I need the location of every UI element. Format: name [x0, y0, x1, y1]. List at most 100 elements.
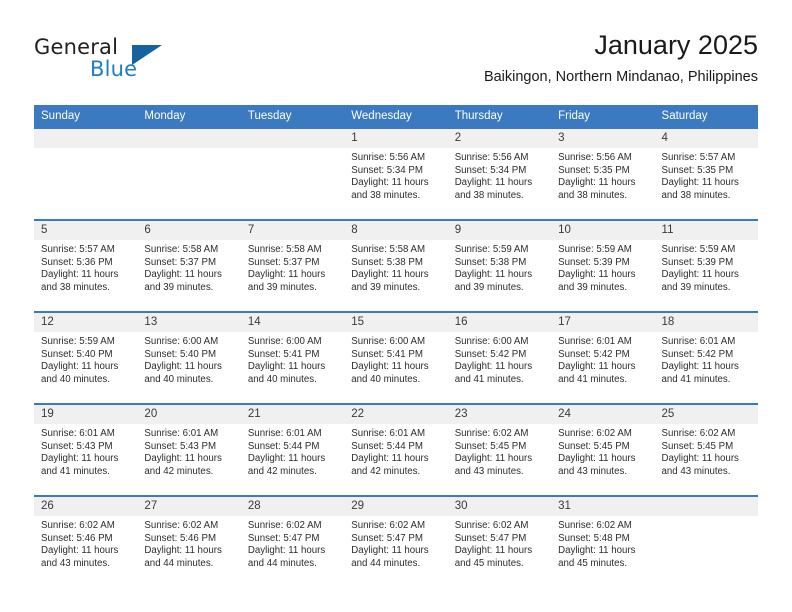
sunrise-text: Sunrise: 5:57 AM — [41, 244, 115, 255]
day-number: 23 — [447, 405, 552, 424]
calendar-day-cell[interactable]: 23 Sunrise: 6:02 AM Sunset: 5:45 PM Dayligh… — [447, 403, 552, 496]
calendar-day-cell[interactable]: 17 Sunrise: 6:01 AM Sunset: 5:42 PM Dayligh… — [551, 311, 655, 404]
sunset-text: Sunset: 5:45 PM — [454, 440, 527, 452]
calendar-day-cell[interactable]: 22 Sunrise: 6:01 AM Sunset: 5:44 PM Dayligh… — [344, 403, 448, 496]
calendar-day-cell[interactable]: 9 Sunrise: 5:59 AM Sunset: 5:38 PM Daylight… — [447, 219, 552, 312]
calendar-day-cell[interactable]: 20 Sunrise: 6:01 AM Sunset: 5:43 PM Dayligh… — [137, 403, 241, 496]
daylight-text: Daylight: 11 hours and 39 minutes. — [247, 269, 326, 294]
calendar-day-cell[interactable]: 11 Sunrise: 5:59 AM Sunset: 5:39 PM Dayligh… — [654, 219, 758, 312]
sunrise-text: Sunrise: 5:58 AM — [247, 244, 322, 255]
sunset-text: Sunset: 5:43 PM — [41, 440, 113, 452]
day-number: 20 — [137, 405, 241, 424]
day-cell-inner: 12 Sunrise: 5:59 AM Sunset: 5:40 PM Dayligh… — [34, 313, 138, 403]
day-cell-inner: 11 Sunrise: 5:59 AM Sunset: 5:39 PM Dayligh… — [654, 221, 758, 311]
day-details: Sunrise: 5:58 AM Sunset: 5:37 PM Daylight:… — [137, 240, 240, 295]
sunrise-text: Sunrise: 5:59 AM — [41, 336, 115, 347]
calendar-day-cell[interactable]: 1 Sunrise: 5:56 AM Sunset: 5:34 PM Daylight… — [344, 127, 448, 220]
sunrise-text: Sunrise: 6:01 AM — [558, 336, 632, 347]
sunset-text: Sunset: 5:38 PM — [454, 256, 527, 268]
sunset-text: Sunset: 5:47 PM — [247, 532, 320, 544]
calendar-day-cell[interactable]: 21 Sunrise: 6:01 AM Sunset: 5:44 PM Dayligh… — [240, 403, 345, 496]
daylight-text: Daylight: 11 hours and 38 minutes. — [661, 177, 739, 202]
day-cell-inner: 17 Sunrise: 6:01 AM Sunset: 5:42 PM Dayligh… — [551, 313, 655, 403]
daylight-text: Daylight: 11 hours and 39 minutes. — [454, 269, 533, 294]
day-number: 4 — [654, 129, 758, 148]
calendar-day-cell[interactable]: 4 Sunrise: 5:57 AM Sunset: 5:35 PM Daylight… — [654, 127, 758, 220]
calendar-day-cell[interactable]: 31 Sunrise: 6:02 AM Sunset: 5:48 PM Dayligh… — [551, 495, 655, 587]
sunset-text: Sunset: 5:44 PM — [247, 440, 320, 452]
daylight-text: Daylight: 11 hours and 40 minutes. — [144, 361, 222, 386]
sunrise-text: Sunrise: 6:01 AM — [247, 428, 322, 439]
sunset-text: Sunset: 5:43 PM — [144, 440, 217, 452]
calendar-day-cell[interactable]: 29 Sunrise: 6:02 AM Sunset: 5:47 PM Dayligh… — [344, 495, 448, 587]
day-cell-inner: 31 Sunrise: 6:02 AM Sunset: 5:48 PM Dayligh… — [551, 497, 655, 587]
day-details: Sunrise: 6:01 AM Sunset: 5:43 PM Daylight:… — [137, 424, 240, 479]
sunrise-text: Sunrise: 6:01 AM — [144, 428, 219, 439]
day-cell-inner: 22 Sunrise: 6:01 AM Sunset: 5:44 PM Dayligh… — [344, 405, 448, 495]
calendar-day-cell[interactable]: 5 Sunrise: 5:57 AM Sunset: 5:36 PM Daylight… — [34, 219, 138, 312]
calendar-day-cell[interactable]: 6 Sunrise: 5:58 AM Sunset: 5:37 PM Daylight… — [137, 219, 241, 312]
calendar-day-cell[interactable]: 24 Sunrise: 6:02 AM Sunset: 5:45 PM Dayligh… — [551, 403, 655, 496]
calendar-day-cell[interactable]: 26 Sunrise: 6:02 AM Sunset: 5:46 PM Dayligh… — [34, 495, 138, 587]
sunset-text: Sunset: 5:41 PM — [351, 348, 423, 360]
calendar-day-cell[interactable]: 16 Sunrise: 6:00 AM Sunset: 5:42 PM Dayligh… — [447, 311, 552, 404]
generalblue-logo[interactable]: General Blue — [34, 35, 234, 87]
day-details: Sunrise: 5:56 AM Sunset: 5:35 PM Daylight:… — [551, 148, 654, 203]
day-cell-inner: 13 Sunrise: 6:00 AM Sunset: 5:40 PM Dayligh… — [137, 313, 241, 403]
day-cell-inner: 4 Sunrise: 5:57 AM Sunset: 5:35 PM Daylight… — [654, 129, 758, 219]
calendar-day-cell[interactable]: 25 Sunrise: 6:02 AM Sunset: 5:45 PM Dayligh… — [654, 403, 758, 496]
sunset-text: Sunset: 5:45 PM — [558, 440, 630, 452]
weekday-header-saturday: Saturday — [654, 105, 758, 128]
day-cell-inner: 8 Sunrise: 5:58 AM Sunset: 5:38 PM Daylight… — [344, 221, 448, 311]
day-number: 29 — [344, 497, 448, 516]
sunrise-text: Sunrise: 6:00 AM — [144, 336, 219, 347]
calendar-day-cell[interactable]: 27 Sunrise: 6:02 AM Sunset: 5:46 PM Dayligh… — [137, 495, 241, 587]
day-cell-inner: 20 Sunrise: 6:01 AM Sunset: 5:43 PM Dayligh… — [137, 405, 241, 495]
sunset-text: Sunset: 5:48 PM — [558, 532, 630, 544]
calendar-day-cell[interactable]: 15 Sunrise: 6:00 AM Sunset: 5:41 PM Dayligh… — [344, 311, 448, 404]
title-block: January 2025 Baikingon, Northern Mindana… — [484, 28, 758, 87]
day-details: Sunrise: 5:59 AM Sunset: 5:39 PM Daylight:… — [655, 240, 758, 295]
sunrise-text: Sunrise: 6:02 AM — [661, 428, 736, 439]
calendar-day-cell[interactable]: 10 Sunrise: 5:59 AM Sunset: 5:39 PM Dayligh… — [551, 219, 655, 312]
calendar-day-cell[interactable]: 8 Sunrise: 5:58 AM Sunset: 5:38 PM Daylight… — [344, 219, 448, 312]
day-details: Sunrise: 5:57 AM Sunset: 5:35 PM Daylight:… — [655, 148, 758, 203]
sunset-text: Sunset: 5:42 PM — [454, 348, 527, 360]
day-details: Sunrise: 6:02 AM Sunset: 5:46 PM Daylight:… — [137, 516, 240, 571]
sunrise-text: Sunrise: 5:59 AM — [558, 244, 632, 255]
day-number: 17 — [551, 313, 655, 332]
daylight-text: Daylight: 11 hours and 41 minutes. — [454, 361, 533, 386]
day-number: 24 — [551, 405, 655, 424]
sunset-text: Sunset: 5:46 PM — [144, 532, 217, 544]
day-cell-inner — [34, 129, 138, 219]
day-number: 30 — [447, 497, 552, 516]
calendar-day-cell[interactable]: 14 Sunrise: 6:00 AM Sunset: 5:41 PM Dayligh… — [240, 311, 345, 404]
day-details: Sunrise: 6:02 AM Sunset: 5:47 PM Daylight:… — [241, 516, 344, 571]
sunrise-text: Sunrise: 5:56 AM — [454, 152, 529, 163]
calendar-day-cell[interactable]: 19 Sunrise: 6:01 AM Sunset: 5:43 PM Dayligh… — [34, 403, 138, 496]
daylight-text: Daylight: 11 hours and 43 minutes. — [41, 545, 119, 570]
calendar-day-cell[interactable]: 7 Sunrise: 5:58 AM Sunset: 5:37 PM Daylight… — [240, 219, 345, 312]
calendar-day-cell[interactable]: 28 Sunrise: 6:02 AM Sunset: 5:47 PM Dayligh… — [240, 495, 345, 587]
weekday-header-tuesday: Tuesday — [240, 105, 345, 128]
day-details: Sunrise: 6:01 AM Sunset: 5:43 PM Daylight:… — [34, 424, 137, 479]
day-details: Sunrise: 5:57 AM Sunset: 5:36 PM Daylight:… — [34, 240, 137, 295]
calendar-day-cell[interactable]: 30 Sunrise: 6:02 AM Sunset: 5:47 PM Dayligh… — [447, 495, 552, 587]
day-cell-inner — [137, 129, 241, 219]
calendar-day-cell[interactable]: 12 Sunrise: 5:59 AM Sunset: 5:40 PM Dayligh… — [34, 311, 138, 404]
day-number: 8 — [344, 221, 448, 240]
calendar-header-row: Sunday Monday Tuesday Wednesday Thursday… — [34, 105, 758, 128]
sunset-text: Sunset: 5:34 PM — [351, 164, 423, 176]
calendar-day-cell[interactable]: 18 Sunrise: 6:01 AM Sunset: 5:42 PM Dayligh… — [654, 311, 758, 404]
sunset-text: Sunset: 5:35 PM — [661, 164, 734, 176]
day-cell-inner: 5 Sunrise: 5:57 AM Sunset: 5:36 PM Daylight… — [34, 221, 138, 311]
sunset-text: Sunset: 5:44 PM — [351, 440, 423, 452]
sunrise-text: Sunrise: 6:01 AM — [41, 428, 115, 439]
day-cell-inner: 25 Sunrise: 6:02 AM Sunset: 5:45 PM Dayligh… — [654, 405, 758, 495]
weekday-header-monday: Monday — [137, 105, 241, 128]
day-cell-inner: 29 Sunrise: 6:02 AM Sunset: 5:47 PM Dayligh… — [344, 497, 448, 587]
calendar-day-cell[interactable]: 13 Sunrise: 6:00 AM Sunset: 5:40 PM Dayligh… — [137, 311, 241, 404]
brand-name-general: General — [34, 35, 119, 59]
calendar-day-cell[interactable]: 3 Sunrise: 5:56 AM Sunset: 5:35 PM Daylight… — [551, 127, 655, 220]
calendar-day-cell[interactable]: 2 Sunrise: 5:56 AM Sunset: 5:34 PM Daylight… — [447, 127, 552, 220]
